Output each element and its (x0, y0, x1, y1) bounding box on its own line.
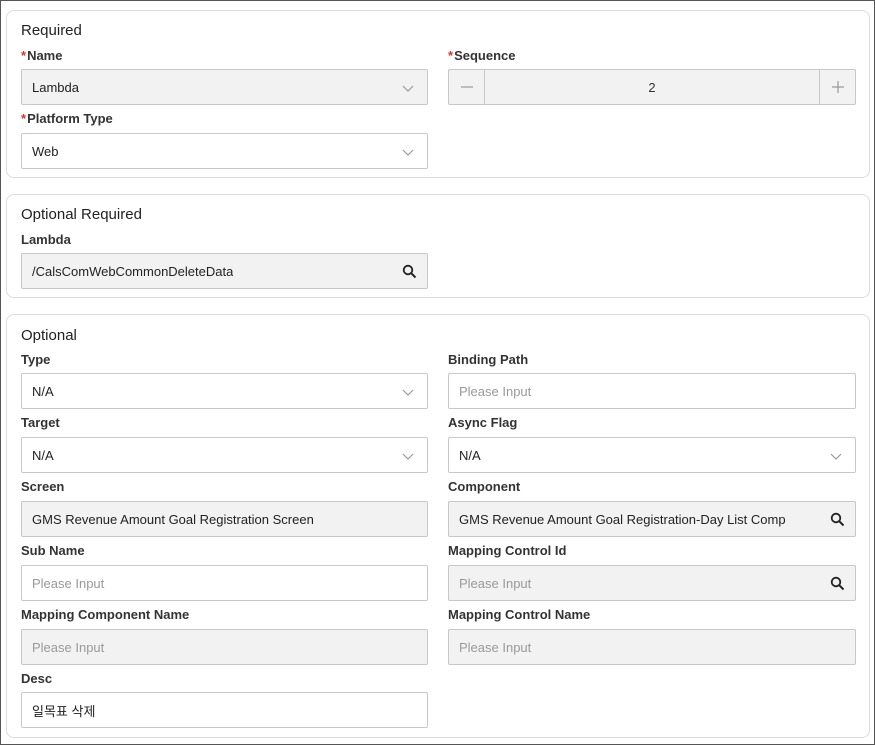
desc-input[interactable]: 일목표 삭제 (21, 692, 428, 728)
search-icon[interactable] (830, 576, 845, 591)
section-optional-required: Optional Required Lambda /CalsComWebComm… (6, 194, 870, 298)
async-flag-select[interactable]: N/A (448, 437, 856, 473)
increment-button[interactable] (819, 70, 855, 104)
platform-type-value: Web (32, 143, 59, 159)
decrement-button[interactable] (449, 70, 485, 104)
sub-name-input[interactable]: Please Input (21, 565, 428, 601)
sequence-stepper[interactable]: 2 (448, 69, 856, 105)
async-flag-value: N/A (459, 447, 481, 463)
mapping-control-name-field: Please Input (448, 629, 856, 665)
required-marker: * (21, 48, 27, 63)
sequence-label-text: Sequence (454, 48, 516, 63)
chevron-down-icon (402, 85, 414, 92)
chevron-down-icon (402, 389, 414, 396)
lambda-value: /CalsComWebCommonDeleteData (32, 263, 234, 279)
section-optional: Optional Type N/A Binding Path Please In… (6, 314, 870, 738)
required-marker: * (21, 111, 27, 126)
binding-path-placeholder: Please Input (459, 383, 532, 399)
mapping-control-name-label: Mapping Control Name (448, 607, 591, 622)
minus-icon (460, 86, 473, 88)
plus-icon (831, 81, 844, 93)
search-icon[interactable] (402, 264, 417, 279)
name-select-value: Lambda (32, 79, 79, 95)
platform-type-select[interactable]: Web (21, 133, 428, 169)
name-label: *Name (21, 48, 62, 63)
binding-path-input[interactable]: Please Input (448, 373, 856, 409)
platform-type-label-text: Platform Type (27, 111, 113, 126)
sub-name-label: Sub Name (21, 543, 85, 558)
section-required: Required *Name Lambda *Sequence 2 *Platf… (6, 10, 870, 178)
lambda-label: Lambda (21, 232, 71, 247)
type-select[interactable]: N/A (21, 373, 428, 409)
component-search-field[interactable]: GMS Revenue Amount Goal Registration-Day… (448, 501, 856, 537)
screen-label: Screen (21, 479, 65, 494)
chevron-down-icon (402, 453, 414, 460)
sub-name-placeholder: Please Input (32, 575, 105, 591)
screen-value: GMS Revenue Amount Goal Registration Scr… (32, 511, 314, 527)
mapping-component-name-field: Please Input (21, 629, 428, 665)
section-title: Optional Required (21, 206, 142, 223)
type-value: N/A (32, 383, 54, 399)
chevron-down-icon (402, 149, 414, 156)
section-title: Optional (21, 327, 77, 344)
name-label-text: Name (27, 48, 63, 63)
required-marker: * (448, 48, 454, 63)
mapping-control-id-placeholder: Please Input (459, 575, 532, 591)
target-select[interactable]: N/A (21, 437, 428, 473)
async-flag-label: Async Flag (448, 415, 518, 430)
sequence-label: *Sequence (448, 48, 515, 63)
screen-field: GMS Revenue Amount Goal Registration Scr… (21, 501, 428, 537)
mapping-control-name-placeholder: Please Input (459, 639, 532, 655)
component-label: Component (448, 479, 521, 494)
section-title: Required (21, 22, 82, 39)
mapping-control-id-search-field[interactable]: Please Input (448, 565, 856, 601)
target-label: Target (21, 415, 60, 430)
mapping-control-id-label: Mapping Control Id (448, 543, 567, 558)
target-value: N/A (32, 447, 54, 463)
name-select[interactable]: Lambda (21, 69, 428, 105)
type-label: Type (21, 352, 51, 367)
search-icon[interactable] (830, 512, 845, 527)
desc-value: 일목표 삭제 (32, 703, 96, 719)
chevron-down-icon (830, 453, 842, 460)
lambda-search-field[interactable]: /CalsComWebCommonDeleteData (21, 253, 428, 289)
sequence-value[interactable]: 2 (485, 70, 819, 104)
mapping-component-name-label: Mapping Component Name (21, 607, 190, 622)
mapping-component-name-placeholder: Please Input (32, 639, 105, 655)
binding-path-label: Binding Path (448, 352, 529, 367)
desc-label: Desc (21, 671, 53, 686)
platform-type-label: *Platform Type (21, 111, 113, 126)
component-value: GMS Revenue Amount Goal Registration-Day… (459, 511, 786, 527)
